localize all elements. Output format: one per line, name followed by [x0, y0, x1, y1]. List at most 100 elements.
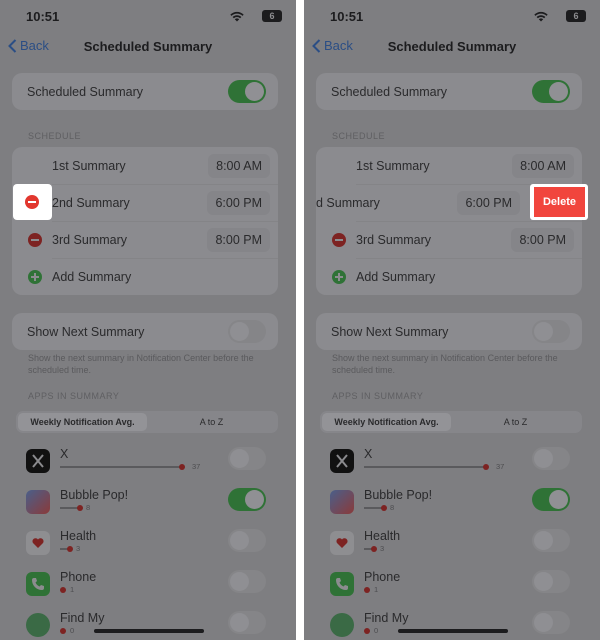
app-row-phone: Phone 1 [316, 566, 582, 606]
app-toggle-find-my[interactable] [228, 611, 266, 634]
navigation-bar: Back Scheduled Summary [304, 32, 600, 62]
delete-label: Delete [534, 187, 585, 217]
status-bar: 10:51 6 [304, 0, 600, 32]
app-toggle-x[interactable] [228, 447, 266, 470]
app-row-x: X 37 [316, 443, 582, 483]
summary-time-1[interactable]: 8:00 AM [208, 153, 270, 178]
summary-label-2: 2nd Summary [52, 195, 130, 210]
schedule-card: 1st Summary 8:00 AM 2nd Summary 6:00 PM … [12, 147, 278, 295]
scheduled-summary-toggle[interactable] [228, 80, 266, 103]
status-time: 10:51 [26, 9, 60, 24]
scheduled-summary-toggle[interactable] [532, 80, 570, 103]
summary-row-1: 1st Summary 8:00 AM [12, 147, 278, 184]
app-count: 37 [496, 462, 505, 471]
show-next-row: Show Next Summary [12, 313, 278, 350]
apps-header: APPS IN SUMMARY [28, 391, 120, 401]
app-usage-bar [60, 505, 83, 511]
app-name: Phone [364, 570, 401, 584]
summary-time-3[interactable]: 8:00 PM [207, 227, 270, 252]
page-title: Scheduled Summary [387, 39, 517, 54]
summary-label-2-swiped: d Summary [316, 195, 380, 210]
add-icon [28, 269, 42, 284]
app-count: 8 [390, 503, 395, 512]
show-next-footnote: Show the next summary in Notification Ce… [332, 353, 558, 375]
summary-label-3: 3rd Summary [356, 232, 432, 247]
scheduled-summary-card: Scheduled Summary [12, 73, 278, 110]
app-toggle-bubble-pop[interactable] [228, 488, 266, 511]
apps-header: APPS IN SUMMARY [332, 391, 424, 401]
summary-row-1: 1st Summary 8:00 AM [316, 147, 582, 184]
scheduled-summary-card: Scheduled Summary [316, 73, 582, 110]
app-row-bubble-pop: Bubble Pop! 8 [316, 484, 582, 524]
add-summary-row[interactable]: Add Summary [12, 258, 278, 295]
summary-time-3[interactable]: 8:00 PM [511, 227, 574, 252]
app-usage-bar [60, 587, 66, 593]
app-name: Find My [364, 611, 409, 625]
wifi-icon [230, 11, 244, 22]
app-count: 0 [374, 626, 379, 635]
app-name: Phone [60, 570, 97, 584]
app-row-find-my: Find My 0 [316, 607, 582, 640]
show-next-toggle[interactable] [228, 320, 266, 343]
app-toggle-health[interactable] [228, 529, 266, 552]
app-toggle-find-my[interactable] [532, 611, 570, 634]
schedule-card: 1st Summary 8:00 AM d Summary 6:00 PM 3r… [316, 147, 582, 295]
show-next-card: Show Next Summary [12, 313, 278, 350]
app-row-phone: Phone 1 [12, 566, 278, 606]
app-name: Find My [60, 611, 105, 625]
summary-time-2[interactable]: 6:00 PM [457, 190, 520, 215]
app-toggle-phone[interactable] [228, 570, 266, 593]
app-usage-bar [364, 505, 387, 511]
app-name: X [364, 447, 373, 461]
app-name: X [60, 447, 69, 461]
summary-time-2[interactable]: 6:00 PM [207, 190, 270, 215]
app-toggle-health[interactable] [532, 529, 570, 552]
segment-a-to-z[interactable]: A to Z [451, 413, 580, 431]
app-row-bubble-pop: Bubble Pop! 8 [12, 484, 278, 524]
app-row-health: Health 3 [12, 525, 278, 565]
add-icon [332, 269, 346, 284]
segment-weekly-avg[interactable]: Weekly Notification Avg. [18, 413, 147, 431]
add-summary-row[interactable]: Add Summary [316, 258, 582, 295]
app-toggle-x[interactable] [532, 447, 570, 470]
remove-summary-icon[interactable] [28, 232, 42, 247]
summary-label-3: 3rd Summary [52, 232, 128, 247]
find-my-icon [330, 613, 354, 637]
app-toggle-bubble-pop[interactable] [532, 488, 570, 511]
app-toggle-phone[interactable] [532, 570, 570, 593]
app-name: Bubble Pop! [364, 488, 433, 502]
app-usage-bar [364, 628, 370, 634]
home-indicator [94, 629, 204, 633]
app-count: 0 [70, 626, 75, 635]
remove-summary-icon[interactable] [332, 232, 346, 247]
app-count: 1 [70, 585, 75, 594]
show-next-toggle[interactable] [532, 320, 570, 343]
heart-icon [330, 531, 354, 555]
app-usage-bar [364, 587, 370, 593]
battery-icon: 6 [262, 10, 282, 22]
delete-button[interactable]: Delete [530, 184, 588, 220]
screenshot-right: 10:51 6 Back Scheduled Summary Scheduled… [304, 0, 600, 640]
app-name: Bubble Pop! [60, 488, 129, 502]
status-time: 10:51 [330, 9, 364, 24]
app-count: 3 [380, 544, 385, 553]
show-next-row: Show Next Summary [316, 313, 582, 350]
app-row-x: X 37 [12, 443, 278, 483]
segment-weekly-avg[interactable]: Weekly Notification Avg. [322, 413, 451, 431]
app-name: Health [60, 529, 97, 543]
battery-icon: 6 [566, 10, 586, 22]
sort-segmented-control: Weekly Notification Avg. A to Z [320, 411, 582, 433]
page-title: Scheduled Summary [83, 39, 213, 54]
navigation-bar: Back Scheduled Summary [0, 32, 296, 62]
summary-time-1[interactable]: 8:00 AM [512, 153, 574, 178]
schedule-header: SCHEDULE [28, 131, 82, 141]
x-logo-icon [26, 449, 50, 473]
remove-summary-button[interactable] [13, 184, 52, 220]
app-row-find-my: Find My 0 [12, 607, 278, 640]
app-row-health: Health 3 [316, 525, 582, 565]
segment-a-to-z[interactable]: A to Z [147, 413, 276, 431]
scheduled-summary-label: Scheduled Summary [27, 84, 144, 99]
scheduled-summary-row: Scheduled Summary [12, 73, 278, 110]
app-usage-bar [364, 546, 377, 552]
status-bar: 10:51 6 [0, 0, 296, 32]
